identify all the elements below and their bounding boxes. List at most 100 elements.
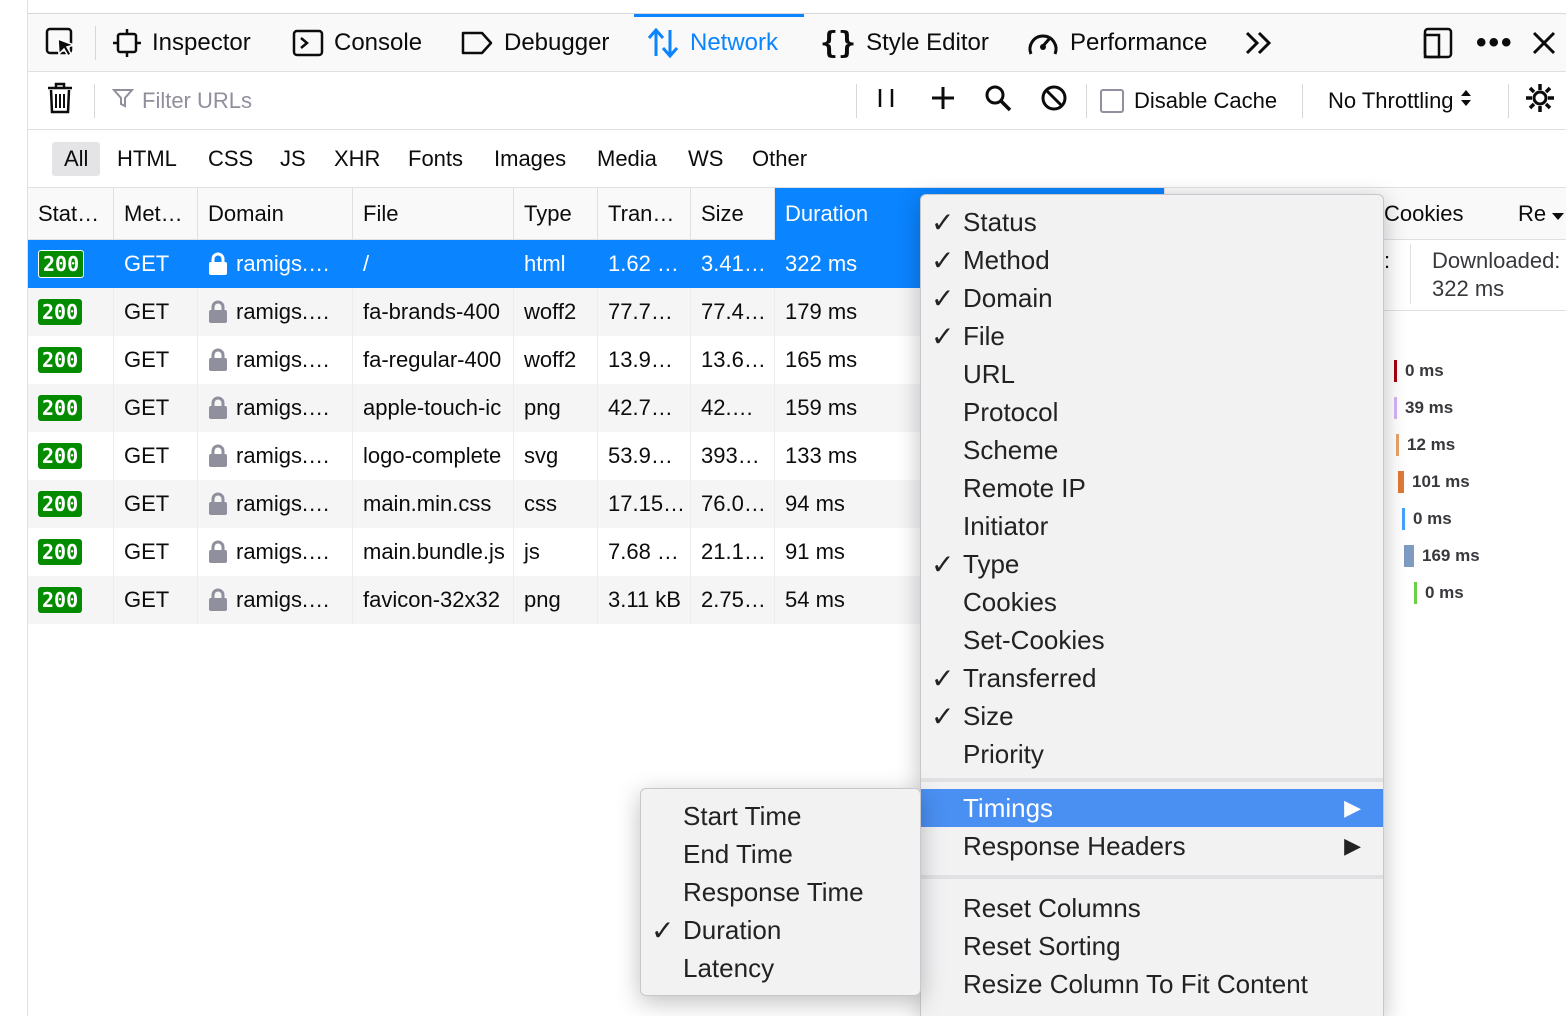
search-button[interactable] <box>984 72 1012 130</box>
block-requests-button[interactable] <box>1040 72 1068 130</box>
close-devtools-button[interactable] <box>1530 14 1566 72</box>
gauge-icon <box>1026 28 1060 58</box>
table-row[interactable]: 200 GET ramigs.… apple-touch-ic png 42.7… 42.…… <box>28 384 921 432</box>
submenu-item-end-time[interactable]: End Time <box>641 835 920 873</box>
table-row[interactable]: 200 GET ramigs.… / html 1.62 … 3.41… 322 ms <box>28 240 921 288</box>
menu-item-file[interactable]: ✓ File <box>921 317 1383 355</box>
column-header-size[interactable]: Size <box>691 188 775 240</box>
menu-item-set-cookies[interactable]: Set-Cookies <box>921 621 1383 659</box>
menu-item-response-headers[interactable]: Response Headers ▶ <box>921 827 1383 865</box>
clear-requests-button[interactable] <box>46 72 74 130</box>
tab-performance[interactable]: Performance <box>1026 14 1207 72</box>
menu-item-transferred[interactable]: ✓ Transferred <box>921 659 1383 697</box>
throttling-select[interactable]: No Throttling <box>1328 72 1472 130</box>
type-filter-css[interactable]: CSS <box>196 142 265 176</box>
status-badge: 200 <box>38 587 83 613</box>
tab-network[interactable]: Network <box>634 14 804 72</box>
menu-item-url[interactable]: URL <box>921 355 1383 393</box>
table-row[interactable]: 200 GET ramigs.… logo-complete svg 53.9… 393… 1… <box>28 432 921 480</box>
domain-text: ramigs.… <box>236 251 331 276</box>
menu-item-reset-columns[interactable]: Reset Columns <box>921 889 1383 927</box>
column-header-type[interactable]: Type <box>514 188 598 240</box>
column-header-file[interactable]: File <box>353 188 514 240</box>
add-filter-button[interactable] <box>930 72 956 130</box>
table-row[interactable]: 200 GET ramigs.… favicon-32x32 png 3.11 kB 2.7… <box>28 576 921 624</box>
column-header-transferred[interactable]: Tran… <box>598 188 691 240</box>
menu-item-initiator[interactable]: Initiator <box>921 507 1383 545</box>
tab-console-label: Console <box>334 29 423 56</box>
cell-size: 393… <box>691 432 775 480</box>
menu-item-reset-sorting[interactable]: Reset Sorting <box>921 927 1383 965</box>
window-top-edge <box>0 0 1566 14</box>
type-filter-other[interactable]: Other <box>740 142 819 176</box>
menu-item-cookies[interactable]: Cookies <box>921 583 1383 621</box>
request-type-filters: All HTML CSS JS XHR Fonts Images Media W… <box>28 130 1566 188</box>
disable-cache-checkbox[interactable]: Disable Cache <box>1100 72 1277 130</box>
menu-item-label: Duration <box>683 914 782 945</box>
type-filter-xhr[interactable]: XHR <box>322 142 392 176</box>
disable-cache-label: Disable Cache <box>1134 88 1278 113</box>
table-row[interactable]: 200 GET ramigs.… main.min.css css 17.15… 76.0…… <box>28 480 921 528</box>
menu-item-method[interactable]: ✓ Method <box>921 241 1383 279</box>
type-filter-ws[interactable]: WS <box>676 142 735 176</box>
submenu-item-response-time[interactable]: Response Time <box>641 873 920 911</box>
column-header-cookies[interactable]: Cookies <box>1374 188 1508 240</box>
menu-separator <box>921 875 1383 879</box>
column-header-status[interactable]: Stat… <box>28 188 114 240</box>
cell-method: GET <box>114 528 198 576</box>
table-row[interactable]: 200 GET ramigs.… fa-regular-400 woff2 13.9… 13… <box>28 336 921 384</box>
domain-text: ramigs.… <box>236 347 331 372</box>
type-filter-media[interactable]: Media <box>585 142 669 176</box>
menu-item-scheme[interactable]: Scheme <box>921 431 1383 469</box>
column-header-response-label: Re <box>1518 201 1547 226</box>
timing-value: 169 ms <box>1422 546 1480 565</box>
tab-inspector[interactable]: Inspector <box>112 14 251 72</box>
submenu-item-latency[interactable]: Latency <box>641 949 920 987</box>
menu-item-label: Transferred <box>963 662 1097 693</box>
cell-domain: ramigs.… <box>198 384 353 432</box>
pause-recording-button[interactable] <box>874 72 898 130</box>
filter-urls-input[interactable]: Filter URLs <box>111 72 852 130</box>
network-icon <box>646 26 680 60</box>
block-icon <box>1040 84 1068 118</box>
menu-item-label: Response Headers <box>963 830 1186 861</box>
menu-item-type[interactable]: ✓ Type <box>921 545 1383 583</box>
type-filter-fonts[interactable]: Fonts <box>396 142 475 176</box>
network-settings-button[interactable] <box>1524 72 1556 130</box>
menu-item-priority[interactable]: Priority <box>921 735 1383 773</box>
tab-debugger[interactable]: Debugger <box>460 14 609 72</box>
type-filter-js[interactable]: JS <box>268 142 318 176</box>
menu-item-status[interactable]: ✓ Status <box>921 203 1383 241</box>
menu-item-label: URL <box>963 358 1016 389</box>
table-row[interactable]: 200 GET ramigs.… fa-brands-400 woff2 77.7… 77.… <box>28 288 921 336</box>
submenu-item-duration[interactable]: ✓ Duration <box>641 911 920 949</box>
cell-duration: 159 ms <box>775 384 921 432</box>
responsive-design-button[interactable] <box>1422 14 1464 72</box>
menu-item-label: File <box>963 320 1005 351</box>
column-header-response[interactable]: Re <box>1508 188 1566 240</box>
column-header-domain[interactable]: Domain <box>198 188 353 240</box>
tab-console[interactable]: Console <box>292 14 422 72</box>
menu-item-remote-ip[interactable]: Remote IP <box>921 469 1383 507</box>
menu-item-domain[interactable]: ✓ Domain <box>921 279 1383 317</box>
menu-item-label: Scheme <box>963 434 1059 465</box>
menu-item-timings[interactable]: Timings ▶ <box>921 789 1383 827</box>
cell-type: svg <box>514 432 598 480</box>
more-tools-button[interactable] <box>1244 14 1284 72</box>
menu-item-resize-column-to-fit-content[interactable]: Resize Column To Fit Content <box>921 965 1383 1003</box>
submenu-item-start-time[interactable]: Start Time <box>641 797 920 835</box>
column-header-method[interactable]: Met… <box>114 188 198 240</box>
lock-icon <box>208 396 228 420</box>
type-filter-all[interactable]: All <box>52 142 101 176</box>
options-menu-button[interactable]: ••• <box>1476 14 1524 72</box>
cell-size: 76.0… <box>691 480 775 528</box>
menu-item-size[interactable]: ✓ Size <box>921 697 1383 735</box>
timing-item: 169 ms <box>1404 545 1480 567</box>
tab-style-editor[interactable]: {} Style Editor <box>820 14 989 72</box>
menu-item-protocol[interactable]: Protocol <box>921 393 1383 431</box>
type-filter-images[interactable]: Images <box>482 142 578 176</box>
table-row[interactable]: 200 GET ramigs.… main.bundle.js js 7.68 … 21.1… <box>28 528 921 576</box>
element-picker-button[interactable] <box>44 14 88 72</box>
type-filter-html[interactable]: HTML <box>105 142 189 176</box>
plus-icon <box>930 85 956 117</box>
